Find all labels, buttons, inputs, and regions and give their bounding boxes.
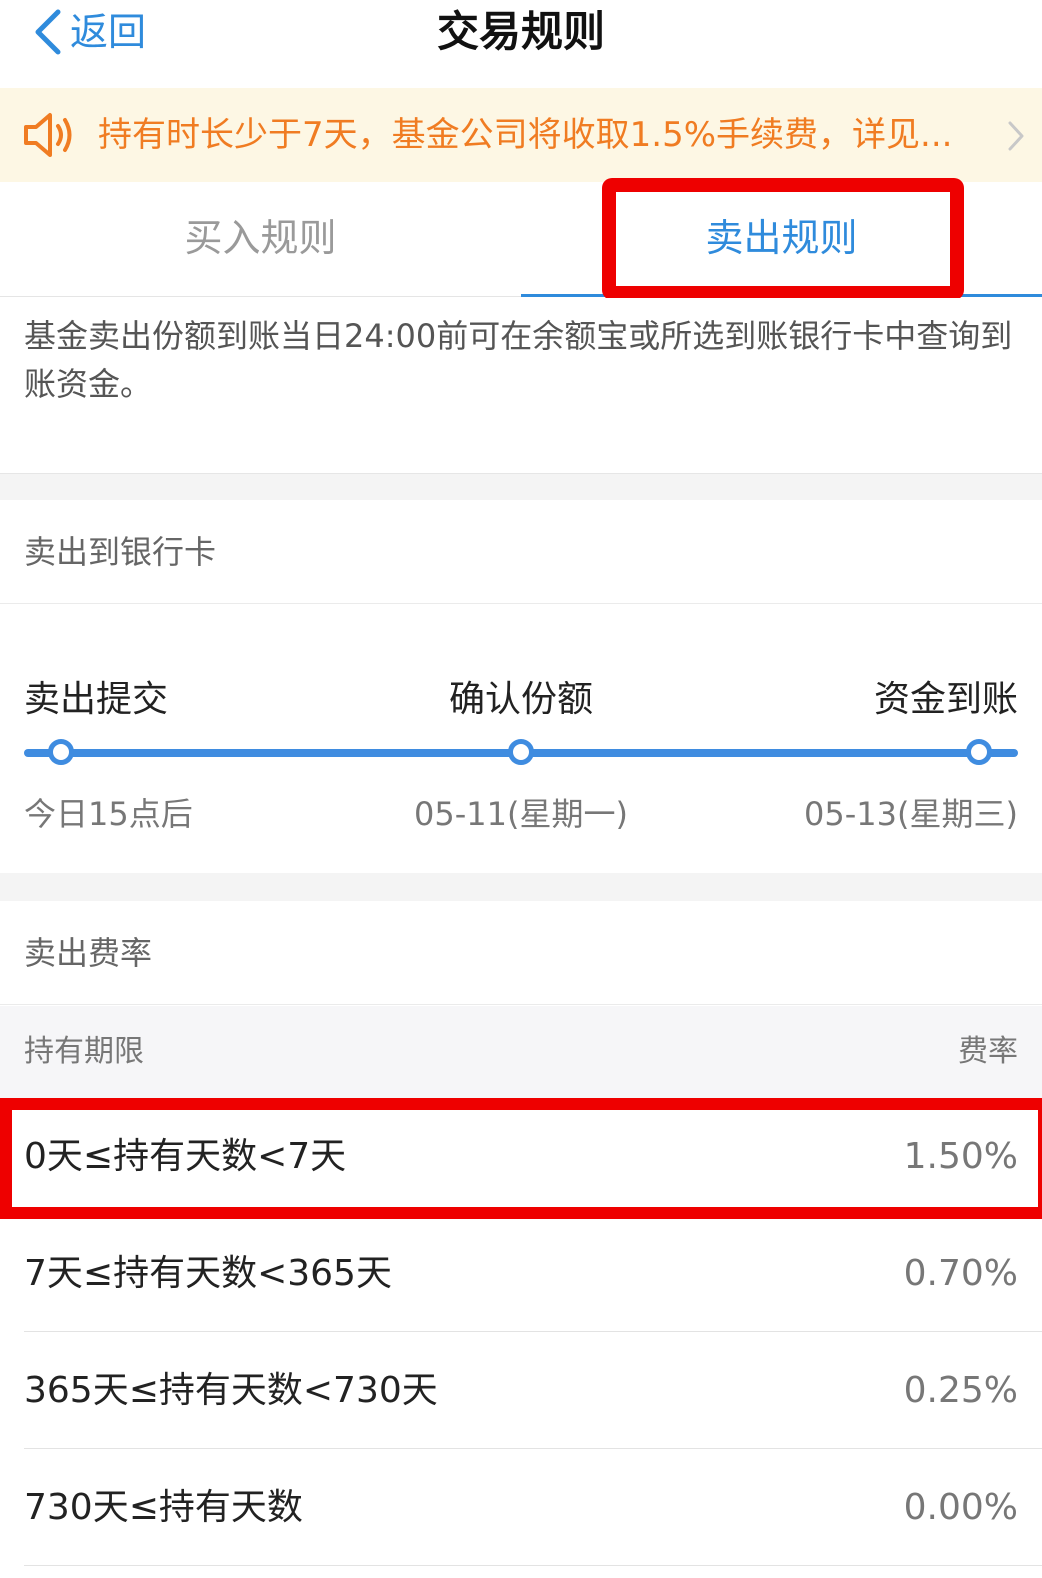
- row-divider: [24, 1565, 1042, 1566]
- row-rate: 0.25%: [903, 1370, 1018, 1411]
- rule-tabs: 买入规则 卖出规则: [0, 182, 1042, 297]
- step-date-arrive: 05-13(星期三): [804, 795, 1018, 833]
- timeline-dot-confirm: [508, 739, 534, 765]
- description-text: 基金卖出份额到账当日24:00前可在余额宝或所选到账银行卡中查询到账资金。: [24, 317, 1013, 403]
- tab-buy-rules[interactable]: 买入规则: [0, 182, 521, 297]
- step-label-arrive: 资金到账: [873, 679, 1018, 720]
- nav-bar: 返回 交易规则: [0, 0, 1042, 88]
- table-row: 0天≤持有天数<7天 1.50%: [0, 1098, 1042, 1215]
- notice-banner[interactable]: 持有时长少于7天，基金公司将收取1.5%手续费，详见...: [0, 88, 1042, 182]
- chevron-right-icon: [1008, 121, 1024, 151]
- sell-timeline: 卖出提交 确认份额 资金到账 今日15点后 05-11(星期一) 05-13(星…: [0, 605, 1042, 873]
- fee-section-header: 卖出费率: [0, 901, 1042, 1005]
- page-title: 交易规则: [436, 7, 605, 56]
- description-panel: 基金卖出份额到账当日24:00前可在余额宝或所选到账银行卡中查询到账资金。: [0, 298, 1042, 474]
- table-row: 365天≤持有天数<730天 0.25%: [0, 1332, 1042, 1449]
- row-period: 365天≤持有天数<730天: [24, 1370, 438, 1411]
- header-holding-period: 持有期限: [24, 1034, 144, 1069]
- section-gap: [0, 873, 1042, 901]
- table-row: 7天≤持有天数<365天 0.70%: [0, 1215, 1042, 1332]
- table-row: 730天≤持有天数 0.00%: [0, 1449, 1042, 1566]
- header-fee-rate: 费率: [958, 1034, 1018, 1069]
- row-rate: 0.70%: [903, 1253, 1018, 1294]
- fee-section-title: 卖出费率: [24, 934, 153, 972]
- speaker-icon: [24, 113, 72, 157]
- notice-text: 持有时长少于7天，基金公司将收取1.5%手续费，详见...: [98, 115, 953, 155]
- row-period: 7天≤持有天数<365天: [24, 1253, 392, 1294]
- row-period: 730天≤持有天数: [24, 1487, 303, 1528]
- bank-section-header: 卖出到银行卡: [0, 500, 1042, 604]
- timeline-dot-arrive: [966, 739, 992, 765]
- tab-sell-rules[interactable]: 卖出规则: [521, 182, 1042, 297]
- row-rate: 1.50%: [903, 1136, 1018, 1177]
- row-rate: 0.00%: [903, 1487, 1018, 1528]
- section-gap: [0, 474, 1042, 500]
- row-period: 0天≤持有天数<7天: [24, 1136, 347, 1177]
- bank-section-title: 卖出到银行卡: [24, 533, 217, 571]
- timeline-dot-submit: [48, 739, 74, 765]
- fee-table-header: 持有期限 费率: [0, 1006, 1042, 1098]
